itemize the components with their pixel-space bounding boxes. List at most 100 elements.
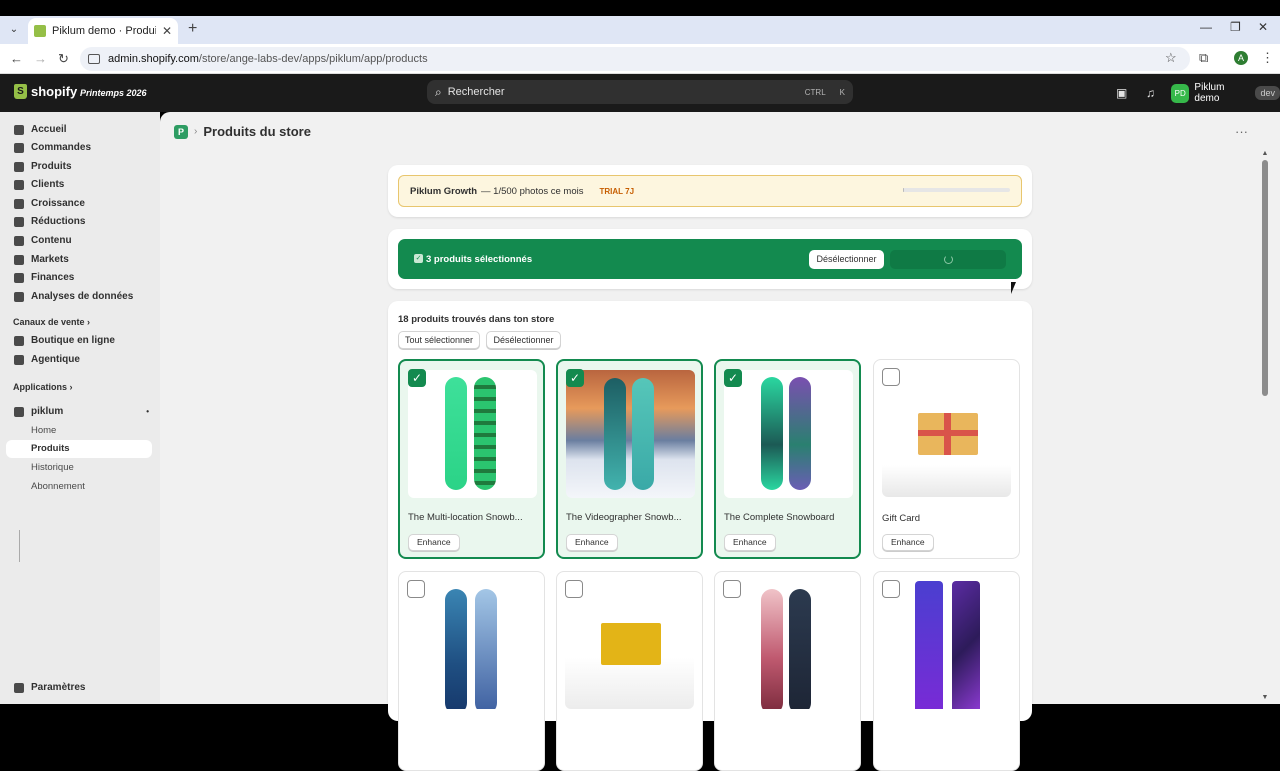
product-checkbox[interactable] <box>882 580 900 598</box>
sidebar-item-clients[interactable]: Clients <box>14 179 64 190</box>
sidebar-item-finances[interactable]: Finances <box>14 272 74 283</box>
selection-card: ✓ 3 produits sélectionnés Désélectionner <box>388 229 1032 289</box>
bank-icon <box>14 273 24 283</box>
store-switcher[interactable]: PD Piklum demo dev <box>1171 82 1280 104</box>
plan-name: Piklum Growth <box>410 186 477 197</box>
back-icon[interactable]: ← <box>10 51 23 66</box>
product-checkbox[interactable]: ✓ <box>408 369 426 387</box>
product-card[interactable]: ✓ The Multi-location Snowb... Enhance <box>398 359 545 559</box>
restore-icon[interactable]: ❐ <box>1230 20 1241 34</box>
sidebar-item-label: Paramètres <box>31 682 85 693</box>
enhance-button[interactable]: Enhance <box>724 534 776 551</box>
applications-heading[interactable]: Applications › <box>13 382 73 392</box>
breadcrumb-separator-icon: › <box>194 126 197 137</box>
new-tab-icon[interactable]: + <box>188 20 197 38</box>
sidebar-item-label: Analyses de données <box>31 291 133 302</box>
extensions-icon[interactable]: ⧉ <box>1199 50 1208 66</box>
tab-close-icon[interactable]: ✕ <box>162 24 172 38</box>
product-card[interactable]: Gift Card Enhance <box>873 359 1020 559</box>
scroll-down-icon[interactable]: ▼ <box>1260 694 1270 701</box>
snowboard-image <box>445 377 467 490</box>
product-name: Gift Card <box>882 513 1013 524</box>
sidebar-item-label: Boutique en ligne <box>31 335 115 346</box>
reload-icon[interactable]: ↻ <box>58 51 69 67</box>
select-all-button[interactable]: Tout sélectionner <box>398 331 480 349</box>
breadcrumb: P › Produits du store <box>174 124 311 139</box>
product-card[interactable] <box>556 571 703 771</box>
main-content: P › Produits du store ··· Piklum Growth … <box>160 112 1260 704</box>
inbox-icon[interactable]: ▣ <box>1116 86 1127 100</box>
deselect-button[interactable]: Désélectionner <box>809 250 884 269</box>
url-field[interactable]: admin.shopify.com/store/ange-labs-dev/ap… <box>80 47 1190 71</box>
gauge-icon <box>14 199 24 209</box>
sidebar-item-agentique[interactable]: Agentique <box>14 354 80 365</box>
sidebar-item-analyses[interactable]: Analyses de données <box>14 291 133 302</box>
product-card[interactable] <box>714 571 861 771</box>
product-checkbox[interactable]: ✓ <box>724 369 742 387</box>
sidebar-item-reductions[interactable]: Réductions <box>14 216 85 227</box>
site-info-icon[interactable] <box>88 54 100 64</box>
profile-avatar[interactable]: A <box>1234 51 1248 65</box>
agent-icon <box>14 355 24 365</box>
page-scrollbar[interactable]: ▲ ▼ <box>1260 112 1280 704</box>
deselect-all-button[interactable]: Désélectionner <box>486 331 561 349</box>
shopify-logo[interactable]: S shopify <box>14 84 77 99</box>
sidebar-item-piklum[interactable]: piklum• <box>14 406 149 417</box>
minimize-icon[interactable]: — <box>1200 20 1212 34</box>
enhance-selected-button[interactable] <box>890 250 1006 269</box>
content-icon <box>14 236 24 246</box>
usage-progress-bar <box>903 188 1010 192</box>
sidebar-item-croissance[interactable]: Croissance <box>14 198 85 209</box>
sidebar-item-accueil[interactable]: Accueil <box>14 124 67 135</box>
sidebar-subitem-home[interactable]: Home <box>31 425 56 436</box>
enhance-button[interactable]: Enhance <box>882 534 934 551</box>
sidebar-item-parametres[interactable]: Paramètres <box>14 682 85 693</box>
snowboard-image <box>789 589 811 709</box>
product-card[interactable] <box>873 571 1020 771</box>
selection-count: 3 produits sélectionnés <box>426 254 532 265</box>
product-checkbox[interactable] <box>723 580 741 598</box>
sidebar-item-markets[interactable]: Markets <box>14 254 69 265</box>
window-close-icon[interactable]: ✕ <box>1258 20 1268 34</box>
sidebar-subitem-produits[interactable]: Produits <box>6 440 152 458</box>
scrollbar-thumb[interactable] <box>1262 160 1268 396</box>
search-input[interactable]: ⌕ Rechercher CTRL K <box>427 80 853 104</box>
sidebar-item-commandes[interactable]: Commandes <box>14 142 91 153</box>
browser-tab[interactable]: Piklum demo · Produits du store ✕ <box>28 18 178 44</box>
tree-line <box>19 530 20 562</box>
shopify-bag-icon: S <box>14 84 27 99</box>
browser-menu-icon[interactable]: ⋮ <box>1261 50 1274 66</box>
product-checkbox[interactable] <box>882 368 900 386</box>
bell-icon[interactable]: ♫ <box>1146 86 1155 100</box>
forward-icon[interactable]: → <box>34 51 47 66</box>
sidebar-item-label: Agentique <box>31 354 80 365</box>
tag-icon <box>14 162 24 172</box>
enhance-button[interactable]: Enhance <box>566 534 618 551</box>
url-path: /store/ange-labs-dev/apps/piklum/app/pro… <box>199 53 428 65</box>
more-actions-icon[interactable]: ··· <box>1235 124 1248 139</box>
product-card[interactable]: ✓ The Complete Snowboard Enhance <box>714 359 861 559</box>
search-placeholder: Rechercher <box>448 86 791 98</box>
snowboard-image <box>952 581 980 709</box>
product-checkbox[interactable] <box>407 580 425 598</box>
product-image <box>882 369 1011 497</box>
sidebar-item-produits[interactable]: Produits <box>14 161 72 172</box>
page-title: Produits du store <box>203 124 311 139</box>
sidebar-subitem-abonnement[interactable]: Abonnement <box>31 481 85 492</box>
product-card[interactable] <box>398 571 545 771</box>
sidebar-subitem-historique[interactable]: Historique <box>31 462 74 473</box>
app-icon[interactable]: P <box>174 125 188 139</box>
product-checkbox[interactable]: ✓ <box>566 369 584 387</box>
product-checkbox[interactable] <box>565 580 583 598</box>
bookmark-star-icon[interactable]: ☆ <box>1165 50 1177 66</box>
scroll-up-icon[interactable]: ▲ <box>1260 150 1270 157</box>
browser-tabstrip: ⌄ Piklum demo · Produits du store ✕ + — … <box>0 16 1280 44</box>
sidebar-item-contenu[interactable]: Contenu <box>14 235 72 246</box>
tab-search-icon[interactable]: ⌄ <box>6 22 22 38</box>
products-card: 18 produits trouvés dans ton store Tout … <box>388 301 1032 721</box>
product-card[interactable]: ✓ The Videographer Snowb... Enhance <box>556 359 703 559</box>
enhance-button[interactable]: Enhance <box>408 534 460 551</box>
sales-channels-heading[interactable]: Canaux de vente › <box>13 317 90 327</box>
product-name: The Complete Snowboard <box>724 512 855 523</box>
sidebar-item-boutique[interactable]: Boutique en ligne <box>14 335 115 346</box>
